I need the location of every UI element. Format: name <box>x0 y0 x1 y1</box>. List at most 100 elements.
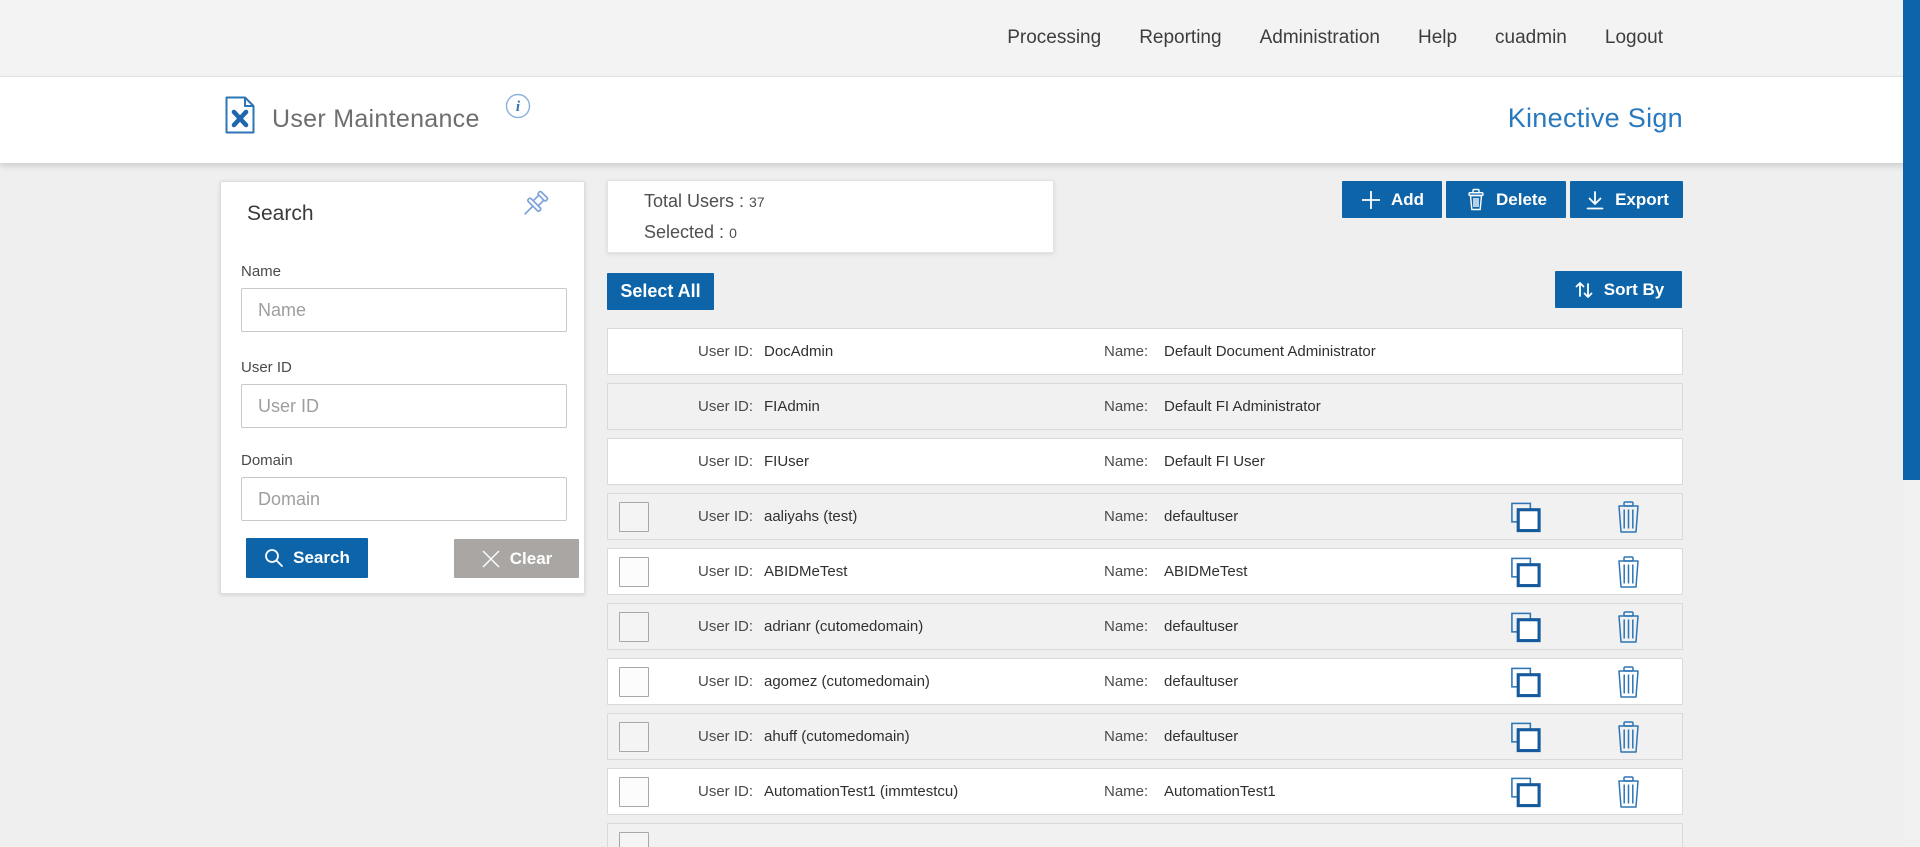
selected-line: Selected : 0 <box>644 222 737 243</box>
user-id-label: User ID: <box>698 604 753 649</box>
name-value: AutomationTest1 <box>1164 769 1276 814</box>
row-checkbox[interactable] <box>619 832 649 847</box>
row-checkbox[interactable] <box>619 722 649 752</box>
search-button-label: Search <box>293 548 350 568</box>
clear-x-icon <box>481 549 501 569</box>
sort-by-button[interactable]: Sort By <box>1555 271 1682 308</box>
user-maintenance-page: Processing Reporting Administration Help… <box>0 0 1920 847</box>
select-all-button[interactable]: Select All <box>607 273 714 310</box>
page-title: User Maintenance <box>272 105 480 134</box>
name-label: Name: <box>1104 549 1148 594</box>
delete-user-icon[interactable] <box>1615 665 1642 698</box>
info-icon[interactable]: i <box>505 93 531 119</box>
copy-user-icon[interactable] <box>1509 500 1542 533</box>
nav-item-user-cuadmin[interactable]: cuadmin <box>1495 27 1567 49</box>
search-icon <box>264 548 284 568</box>
delete-user-icon[interactable] <box>1615 555 1642 588</box>
copy-user-icon[interactable] <box>1509 720 1542 753</box>
name-value: Default FI User <box>1164 439 1265 484</box>
name-value: Default FI Administrator <box>1164 384 1321 429</box>
trash-icon <box>1465 188 1487 211</box>
name-value: defaultuser <box>1164 659 1238 704</box>
top-navbar: Processing Reporting Administration Help… <box>0 0 1920 77</box>
svg-text:i: i <box>516 99 521 115</box>
table-row[interactable]: User ID: agomez (cutomedomain) Name: def… <box>607 658 1683 705</box>
table-row[interactable]: User ID: ABIDMeTest Name: ABIDMeTest <box>607 548 1683 595</box>
user-id-value: ahuff (cutomedomain) <box>764 714 910 759</box>
clear-button[interactable]: Clear <box>454 539 579 578</box>
copy-user-icon[interactable] <box>1509 775 1542 808</box>
page-scrollbar <box>1903 0 1920 847</box>
user-id-label: User ID: <box>698 549 753 594</box>
table-row[interactable]: User ID: FIUser Name: Default FI User <box>607 438 1683 485</box>
table-row[interactable] <box>607 823 1683 847</box>
delete-user-icon[interactable] <box>1615 500 1642 533</box>
search-button[interactable]: Search <box>246 538 368 578</box>
table-row[interactable]: User ID: ahuff (cutomedomain) Name: defa… <box>607 713 1683 760</box>
name-value: defaultuser <box>1164 714 1238 759</box>
scrollbar-thumb[interactable] <box>1903 0 1920 480</box>
copy-user-icon[interactable] <box>1509 665 1542 698</box>
delete-user-icon[interactable] <box>1615 720 1642 753</box>
search-panel-title: Search <box>247 202 314 226</box>
nav-item-processing[interactable]: Processing <box>1007 27 1101 49</box>
name-label: Name: <box>1104 494 1148 539</box>
name-value: ABIDMeTest <box>1164 549 1247 594</box>
name-label: Name: <box>1104 769 1148 814</box>
table-row[interactable]: User ID: adrianr (cutomedomain) Name: de… <box>607 603 1683 650</box>
add-button-label: Add <box>1391 190 1424 210</box>
selected-value: 0 <box>729 225 737 241</box>
user-id-label: User ID: <box>698 439 753 484</box>
plus-icon <box>1360 189 1382 211</box>
table-row[interactable]: User ID: FIAdmin Name: Default FI Admini… <box>607 383 1683 430</box>
name-label: Name: <box>1104 659 1148 704</box>
domain-input[interactable] <box>241 477 567 521</box>
row-checkbox[interactable] <box>619 557 649 587</box>
summary-card: Total Users : 37 Selected : 0 <box>607 180 1054 253</box>
user-id-value: adrianr (cutomedomain) <box>764 604 923 649</box>
export-button[interactable]: Export <box>1570 181 1683 218</box>
delete-button-label: Delete <box>1496 190 1547 210</box>
user-maintenance-icon <box>225 96 255 134</box>
name-label: Name: <box>1104 604 1148 649</box>
name-value: defaultuser <box>1164 604 1238 649</box>
brand-kinective-sign: Kinective Sign <box>1508 103 1683 134</box>
name-label: Name: <box>1104 439 1148 484</box>
delete-user-icon[interactable] <box>1615 775 1642 808</box>
user-id-label: User ID: <box>698 769 753 814</box>
total-users-value: 37 <box>749 194 765 210</box>
selected-label: Selected : <box>644 222 729 242</box>
nav-item-help[interactable]: Help <box>1418 27 1457 49</box>
nav-item-reporting[interactable]: Reporting <box>1139 27 1221 49</box>
copy-user-icon[interactable] <box>1509 555 1542 588</box>
pin-icon[interactable] <box>516 188 554 226</box>
search-panel: Search Name User ID Domain <box>220 181 585 594</box>
user-id-input[interactable] <box>241 384 567 428</box>
export-button-label: Export <box>1615 190 1669 210</box>
name-input[interactable] <box>241 288 567 332</box>
name-label: Name: <box>1104 714 1148 759</box>
nav-item-logout[interactable]: Logout <box>1605 27 1663 49</box>
row-checkbox[interactable] <box>619 502 649 532</box>
user-list: User ID: DocAdmin Name: Default Document… <box>607 328 1683 847</box>
nav-item-administration[interactable]: Administration <box>1260 27 1380 49</box>
delete-user-icon[interactable] <box>1615 610 1642 643</box>
user-id-value: agomez (cutomedomain) <box>764 659 930 704</box>
table-row[interactable]: User ID: aaliyahs (test) Name: defaultus… <box>607 493 1683 540</box>
delete-button[interactable]: Delete <box>1446 181 1566 218</box>
row-checkbox[interactable] <box>619 612 649 642</box>
user-id-label: User ID: <box>698 714 753 759</box>
user-id-label: User ID: <box>698 659 753 704</box>
user-id-label: User ID: <box>698 494 753 539</box>
add-button[interactable]: Add <box>1342 181 1442 218</box>
download-icon <box>1584 189 1606 211</box>
user-id-label: User ID: <box>698 329 753 374</box>
copy-user-icon[interactable] <box>1509 610 1542 643</box>
table-row[interactable]: User ID: DocAdmin Name: Default Document… <box>607 328 1683 375</box>
row-checkbox[interactable] <box>619 667 649 697</box>
domain-field-label: Domain <box>241 452 293 469</box>
name-label: Name: <box>1104 329 1148 374</box>
total-users-label: Total Users : <box>644 191 749 211</box>
row-checkbox[interactable] <box>619 777 649 807</box>
table-row[interactable]: User ID: AutomationTest1 (immtestcu) Nam… <box>607 768 1683 815</box>
